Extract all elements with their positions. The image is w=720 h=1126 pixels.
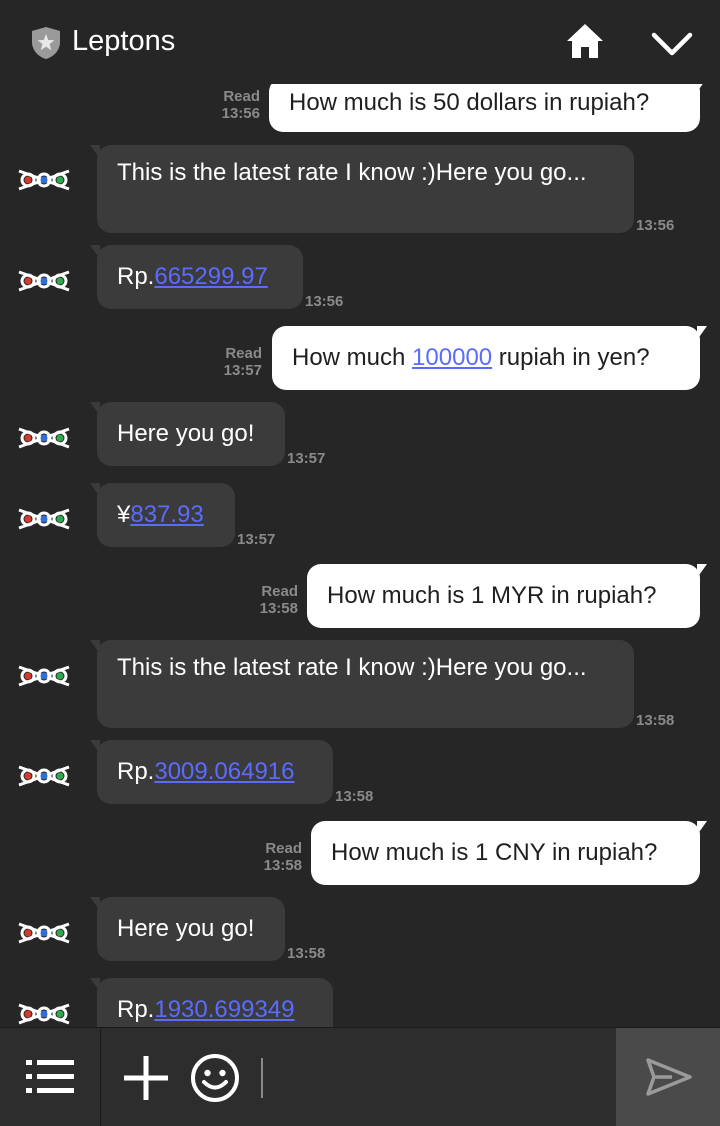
app-header: Leptons: [0, 0, 720, 84]
incoming-message[interactable]: Rp.665299.97: [90, 245, 303, 309]
bot-avatar-icon: [18, 508, 70, 530]
incoming-message[interactable]: Here you go!: [90, 897, 285, 961]
message-input[interactable]: [270, 1048, 604, 1110]
amount-link[interactable]: 3009.064916: [154, 758, 294, 785]
bot-avatar-icon: [18, 270, 70, 292]
chat-title: Leptons: [72, 25, 176, 57]
incoming-message[interactable]: Rp.1930.699349: [90, 978, 333, 1027]
outgoing-message[interactable]: How much 100000 rupiah in yen?: [272, 326, 707, 390]
incoming-message[interactable]: Rp.3009.064916: [90, 740, 333, 804]
menu-icon[interactable]: [24, 1058, 76, 1096]
bot-avatar-icon: [18, 765, 70, 787]
composer-divider: [100, 1028, 101, 1126]
message-time: 13:56: [305, 293, 344, 310]
bot-avatar-icon: [18, 665, 70, 687]
message-time: 13:58: [636, 712, 675, 729]
message-time: 13:58: [335, 788, 374, 805]
message-status: Read 13:58: [263, 840, 302, 874]
message-status: Read 13:56: [221, 88, 260, 122]
chat-message-list[interactable]: Read 13:56 How much is 50 dollars in rupi…: [0, 84, 720, 1027]
emoji-icon[interactable]: [190, 1053, 240, 1103]
message-time: 13:57: [287, 450, 326, 467]
home-icon[interactable]: [565, 22, 605, 60]
amount-link[interactable]: 100000: [412, 344, 492, 371]
message-status: Read 13:57: [223, 345, 262, 379]
amount-link[interactable]: 1930.699349: [154, 996, 294, 1023]
bot-avatar-icon: [18, 922, 70, 944]
bot-avatar-icon: [18, 169, 70, 191]
outgoing-message[interactable]: How much is 50 dollars in rupiah?: [269, 84, 707, 132]
bot-avatar-icon: [18, 1003, 70, 1025]
incoming-message[interactable]: Here you go!: [90, 402, 285, 466]
bot-avatar-icon: [18, 427, 70, 449]
incoming-message[interactable]: This is the latest rate I know :)Here yo…: [90, 640, 634, 728]
amount-link[interactable]: 665299.97: [154, 263, 267, 290]
incoming-message[interactable]: This is the latest rate I know :)Here yo…: [90, 145, 634, 233]
send-button[interactable]: [616, 1028, 720, 1126]
message-composer: [0, 1027, 720, 1126]
message-status: Read 13:58: [259, 583, 298, 617]
outgoing-message[interactable]: How much is 1 CNY in rupiah?: [311, 821, 707, 885]
incoming-message[interactable]: ¥837.93: [90, 483, 235, 547]
message-time: 13:57: [237, 531, 276, 548]
send-icon: [646, 1058, 692, 1096]
text-cursor: [261, 1058, 263, 1098]
shield-star-icon: [32, 27, 60, 59]
plus-icon[interactable]: [124, 1056, 168, 1100]
amount-link[interactable]: 837.93: [130, 501, 203, 528]
chevron-down-icon[interactable]: [651, 30, 693, 58]
message-time: 13:56: [636, 217, 675, 234]
outgoing-message[interactable]: How much is 1 MYR in rupiah?: [307, 564, 707, 628]
message-time: 13:58: [287, 945, 326, 962]
